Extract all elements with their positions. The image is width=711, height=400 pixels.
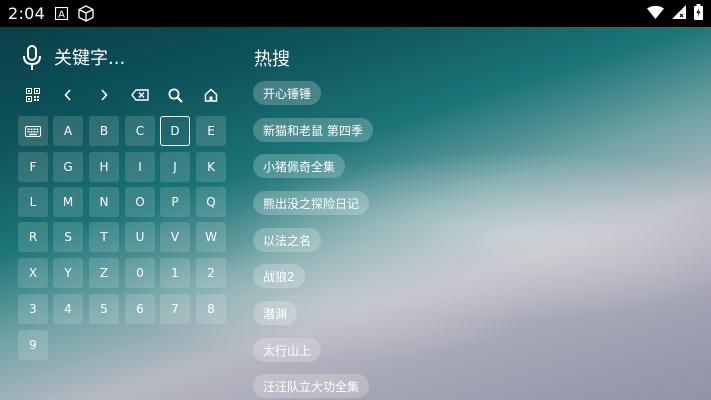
hot-search-item[interactable]: 开心锤锤 [253,81,322,105]
key-5[interactable]: 5 [89,294,119,324]
key-j[interactable]: J [160,152,190,182]
key-y[interactable]: Y [53,258,83,288]
home-icon[interactable] [196,80,226,110]
hot-search-item[interactable]: 战狼2 [253,264,305,288]
key-l[interactable]: L [18,187,48,217]
hot-search-item[interactable]: 以法之名 [253,228,322,252]
backspace-icon[interactable] [125,80,155,110]
key-m[interactable]: M [53,187,83,217]
key-v[interactable]: V [160,222,190,252]
key-c[interactable]: C [125,116,155,146]
key-9[interactable]: 9 [18,330,48,360]
hot-search-item[interactable]: 小猪佩奇全集 [253,154,346,178]
key-f[interactable]: F [18,152,48,182]
chevron-right-icon[interactable] [89,80,119,110]
hot-search-item[interactable]: 熊出没之探险日记 [253,191,370,215]
cellular-signal-icon [672,4,686,23]
key-7[interactable]: 7 [160,294,190,324]
hot-search-item[interactable]: 汪汪队立大功全集 [253,374,370,398]
hot-search-item[interactable]: 新猫和老鼠 第四季 [253,118,373,142]
key-0[interactable]: 0 [125,258,155,288]
key-h[interactable]: H [89,152,119,182]
key-8[interactable]: 8 [196,294,226,324]
chevron-left-icon[interactable] [53,80,83,110]
hot-search-title: 热搜 [254,49,290,70]
keyboard-icon[interactable] [18,116,48,146]
hot-search-item[interactable]: 潜渊 [253,301,298,325]
key-k[interactable]: K [196,152,226,182]
key-3[interactable]: 3 [18,294,48,324]
key-o[interactable]: O [125,187,155,217]
microphone-icon[interactable] [21,45,43,71]
key-g[interactable]: G [53,152,83,182]
key-z[interactable]: Z [89,258,119,288]
svg-text:A: A [58,10,65,21]
key-b[interactable]: B [89,116,119,146]
key-d[interactable]: D [160,116,190,146]
key-x[interactable]: X [18,258,48,288]
key-r[interactable]: R [18,222,48,252]
key-t[interactable]: T [89,222,119,252]
key-s[interactable]: S [53,222,83,252]
battery-icon [694,3,703,24]
hot-search-item[interactable]: 太行山上 [253,338,322,362]
key-2[interactable]: 2 [196,258,226,288]
key-6[interactable]: 6 [125,294,155,324]
status-time: 2:04 [8,4,46,23]
key-4[interactable]: 4 [53,294,83,324]
key-a[interactable]: A [53,116,83,146]
wifi-icon [647,4,664,23]
cube-icon [78,5,94,22]
notification-a-icon: A [55,7,69,21]
key-i[interactable]: I [125,152,155,182]
key-e[interactable]: E [196,116,226,146]
search-icon[interactable] [160,80,190,110]
qr-code-icon[interactable] [18,80,48,110]
search-input[interactable]: 关键字... [54,44,125,70]
status-bar: 2:04 A [0,0,711,27]
key-u[interactable]: U [125,222,155,252]
key-1[interactable]: 1 [160,258,190,288]
key-n[interactable]: N [89,187,119,217]
key-p[interactable]: P [160,187,190,217]
key-w[interactable]: W [196,222,226,252]
key-q[interactable]: Q [196,187,226,217]
